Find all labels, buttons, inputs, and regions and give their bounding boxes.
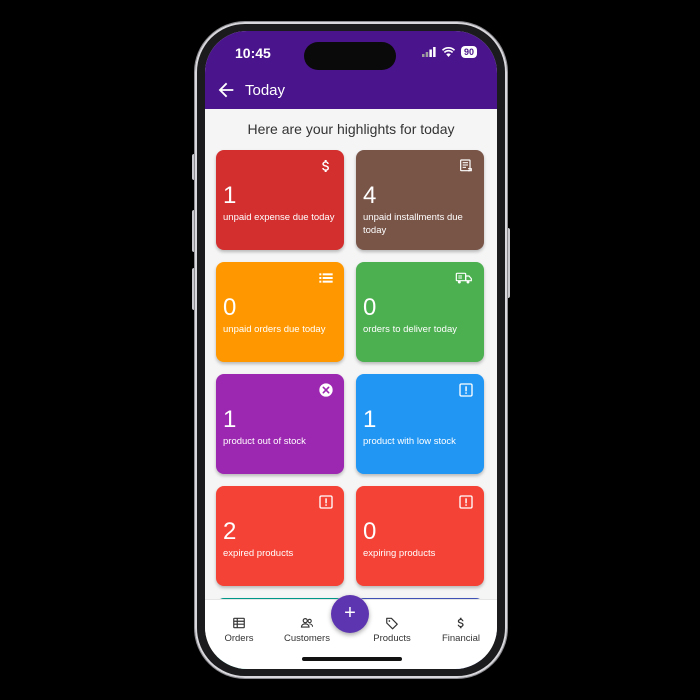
card-out-of-stock[interactable]: 1 product out of stock — [216, 374, 344, 474]
receipt-icon — [460, 159, 472, 172]
status-time: 10:45 — [235, 45, 271, 61]
card-count: 0 — [363, 518, 377, 545]
signal-icon — [421, 47, 436, 57]
nav-products[interactable]: Products — [362, 616, 422, 644]
add-fab-button[interactable]: + — [331, 595, 369, 633]
card-label: unpaid orders due today — [223, 324, 326, 335]
highlights-content: Here are your highlights for today 1 unp… — [205, 109, 497, 669]
card-unpaid-orders[interactable]: 0 unpaid orders due today — [216, 262, 344, 362]
nav-label: Products — [373, 633, 411, 644]
card-expiring-products[interactable]: 0 expiring products — [356, 486, 484, 586]
alert-icon — [319, 495, 333, 509]
nav-financial[interactable]: Financial — [431, 616, 491, 644]
arrow-left-icon[interactable] — [215, 79, 237, 101]
card-label: unpaid installments due today — [363, 212, 463, 236]
nav-label: Financial — [441, 633, 481, 644]
alert-icon — [459, 495, 473, 509]
card-label: product with low stock — [363, 436, 456, 447]
dynamic-island — [304, 42, 396, 70]
close-circle-icon — [319, 383, 333, 397]
card-count: 2 — [223, 518, 237, 545]
card-count: 1 — [223, 182, 237, 209]
phone-screen: 10:45 90 Today Here are your highlights … — [205, 31, 497, 669]
nav-orders[interactable]: Orders — [209, 616, 269, 644]
card-label: orders to deliver today — [363, 324, 457, 335]
page-title: Today — [245, 82, 286, 99]
card-orders-to-deliver[interactable]: 0 orders to deliver today — [356, 262, 484, 362]
card-count: 1 — [223, 406, 237, 433]
card-unpaid-expense[interactable]: 1 unpaid expense due today — [216, 150, 344, 250]
card-low-stock[interactable]: 1 product with low stock — [356, 374, 484, 474]
customers-icon — [300, 618, 314, 628]
app-bar: Today — [205, 75, 497, 109]
wifi-icon — [441, 47, 455, 57]
highlights-heading: Here are your highlights for today — [247, 121, 455, 137]
card-expired-products[interactable]: 2 expired products — [216, 486, 344, 586]
card-count: 4 — [363, 182, 377, 209]
nav-label: Orders — [224, 633, 254, 644]
list-icon — [319, 273, 333, 283]
status-bar: 10:45 90 — [205, 31, 497, 79]
tag-icon — [386, 617, 398, 630]
dollar-icon — [322, 160, 329, 172]
status-icons: 90 — [421, 46, 477, 58]
nav-label: Customers — [284, 633, 330, 644]
nav-customers[interactable]: Customers — [277, 616, 337, 644]
dollar-icon — [457, 617, 464, 629]
card-label: expired products — [223, 548, 294, 559]
orders-icon — [233, 617, 245, 629]
alert-icon — [459, 383, 473, 397]
card-unpaid-installments[interactable]: 4 unpaid installments due today — [356, 150, 484, 250]
truck-icon — [455, 272, 472, 284]
card-label: expiring products — [363, 548, 436, 559]
battery-indicator: 90 — [460, 46, 477, 58]
card-count: 0 — [223, 294, 237, 321]
card-count: 0 — [363, 294, 377, 321]
home-indicator[interactable] — [302, 657, 402, 661]
card-label: unpaid expense due today — [223, 212, 335, 223]
card-label: product out of stock — [223, 436, 306, 447]
card-count: 1 — [363, 406, 377, 433]
